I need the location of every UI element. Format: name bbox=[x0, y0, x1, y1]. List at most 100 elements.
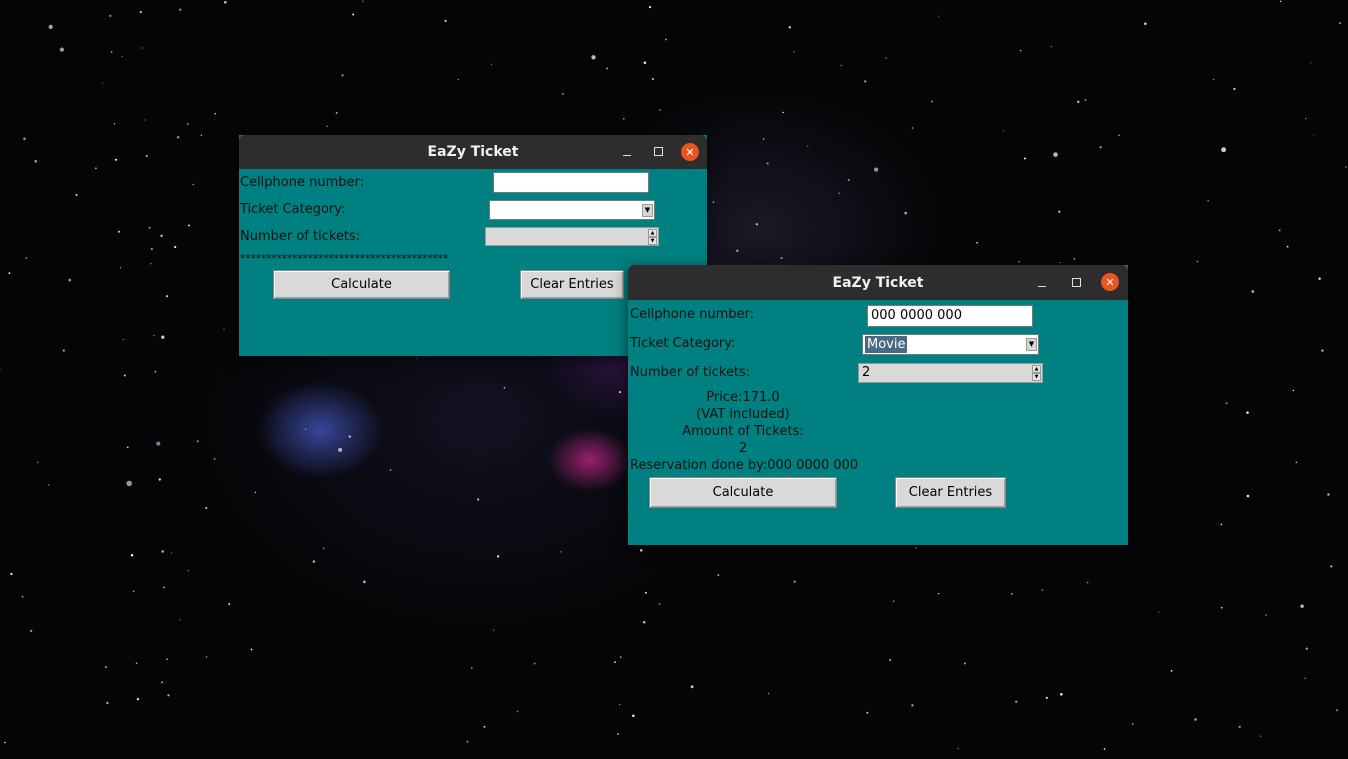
star bbox=[1292, 389, 1295, 392]
star bbox=[30, 629, 33, 633]
star bbox=[1002, 130, 1004, 132]
star bbox=[1053, 152, 1058, 157]
star bbox=[642, 621, 646, 624]
clear-entries-button[interactable]: Clear Entries bbox=[520, 270, 624, 299]
window-titlebar[interactable]: EaZy Ticket ✕ bbox=[628, 265, 1128, 300]
star bbox=[161, 681, 164, 684]
star bbox=[1077, 100, 1080, 103]
star bbox=[205, 656, 208, 658]
spin-up-icon[interactable]: ▲ bbox=[1032, 365, 1041, 373]
star bbox=[1131, 723, 1134, 725]
star bbox=[115, 158, 118, 161]
spin-up-icon[interactable]: ▲ bbox=[648, 229, 657, 237]
amount-label: Amount of Tickets: bbox=[682, 424, 804, 439]
window-title: EaZy Ticket bbox=[832, 274, 924, 291]
minimize-icon[interactable] bbox=[617, 142, 637, 162]
spin-down-icon[interactable]: ▼ bbox=[648, 237, 657, 245]
star bbox=[352, 13, 355, 16]
star bbox=[1018, 260, 1020, 263]
star bbox=[712, 201, 715, 203]
star bbox=[148, 226, 151, 229]
star bbox=[153, 335, 155, 337]
number-of-tickets-spinbox[interactable]: 2 ▲ ▼ bbox=[858, 363, 1043, 383]
star bbox=[119, 267, 122, 269]
star bbox=[632, 714, 635, 717]
star bbox=[503, 387, 506, 389]
close-icon[interactable]: ✕ bbox=[681, 143, 699, 161]
star bbox=[717, 574, 720, 576]
star bbox=[0, 369, 1, 371]
star bbox=[560, 551, 562, 553]
star bbox=[1060, 693, 1063, 696]
star bbox=[1221, 147, 1227, 153]
spin-down-icon[interactable]: ▼ bbox=[1032, 373, 1041, 381]
star bbox=[1023, 157, 1026, 160]
star bbox=[363, 580, 366, 584]
star bbox=[132, 590, 135, 593]
star bbox=[1330, 565, 1333, 568]
star bbox=[888, 658, 892, 662]
star bbox=[659, 109, 661, 111]
number-of-tickets-spinbox[interactable]: ▲ ▼ bbox=[485, 227, 659, 246]
star bbox=[1238, 725, 1241, 728]
ticket-category-select[interactable]: Movie ▼ bbox=[862, 334, 1039, 355]
star bbox=[130, 554, 134, 557]
star bbox=[362, 0, 364, 2]
star bbox=[23, 137, 26, 140]
star bbox=[931, 100, 933, 103]
window-titlebar[interactable]: EaZy Ticket ✕ bbox=[239, 135, 707, 169]
star bbox=[158, 478, 162, 481]
star bbox=[228, 603, 231, 606]
star bbox=[847, 178, 850, 181]
cellphone-input[interactable] bbox=[493, 172, 649, 193]
star bbox=[176, 136, 180, 139]
star bbox=[1058, 210, 1061, 214]
eazy-ticket-window-filled: EaZy Ticket ✕ Cellphone number: 000 0000… bbox=[628, 265, 1128, 545]
star bbox=[1073, 258, 1076, 260]
star bbox=[643, 61, 647, 65]
star bbox=[1041, 589, 1044, 591]
star bbox=[807, 145, 809, 147]
calculate-button[interactable]: Calculate bbox=[273, 270, 450, 299]
chevron-down-icon[interactable]: ▼ bbox=[642, 204, 653, 217]
star bbox=[457, 78, 459, 81]
close-icon[interactable]: ✕ bbox=[1101, 273, 1119, 291]
star bbox=[782, 111, 784, 114]
star bbox=[126, 446, 129, 449]
maximize-icon[interactable] bbox=[1066, 272, 1086, 292]
star bbox=[766, 162, 769, 165]
maximize-icon[interactable] bbox=[648, 141, 668, 161]
ticket-category-select[interactable]: ▼ bbox=[489, 200, 655, 220]
star bbox=[8, 272, 11, 274]
clear-entries-button[interactable]: Clear Entries bbox=[895, 477, 1006, 508]
calculate-button[interactable]: Calculate bbox=[649, 477, 837, 508]
star bbox=[614, 661, 616, 663]
star bbox=[1251, 290, 1255, 293]
star bbox=[533, 662, 536, 665]
star bbox=[1279, 0, 1282, 3]
star bbox=[186, 123, 189, 125]
star bbox=[840, 64, 842, 67]
star bbox=[145, 154, 148, 157]
cellphone-input[interactable]: 000 0000 000 bbox=[867, 305, 1033, 327]
star bbox=[1220, 606, 1223, 609]
star bbox=[141, 47, 143, 49]
star bbox=[326, 125, 328, 127]
star bbox=[619, 391, 622, 394]
star bbox=[121, 56, 123, 58]
star bbox=[161, 335, 165, 339]
star bbox=[167, 694, 170, 697]
star bbox=[59, 47, 64, 52]
star bbox=[160, 234, 163, 238]
star bbox=[623, 118, 625, 120]
star bbox=[165, 295, 169, 298]
chevron-down-icon[interactable]: ▼ bbox=[1026, 338, 1037, 351]
star bbox=[179, 8, 182, 11]
minimize-icon[interactable] bbox=[1032, 273, 1052, 293]
star bbox=[1233, 87, 1236, 91]
star bbox=[205, 507, 208, 510]
star bbox=[1318, 277, 1321, 280]
star bbox=[122, 339, 124, 341]
spinbox-value: 2 bbox=[862, 365, 871, 380]
star bbox=[1339, 22, 1341, 25]
